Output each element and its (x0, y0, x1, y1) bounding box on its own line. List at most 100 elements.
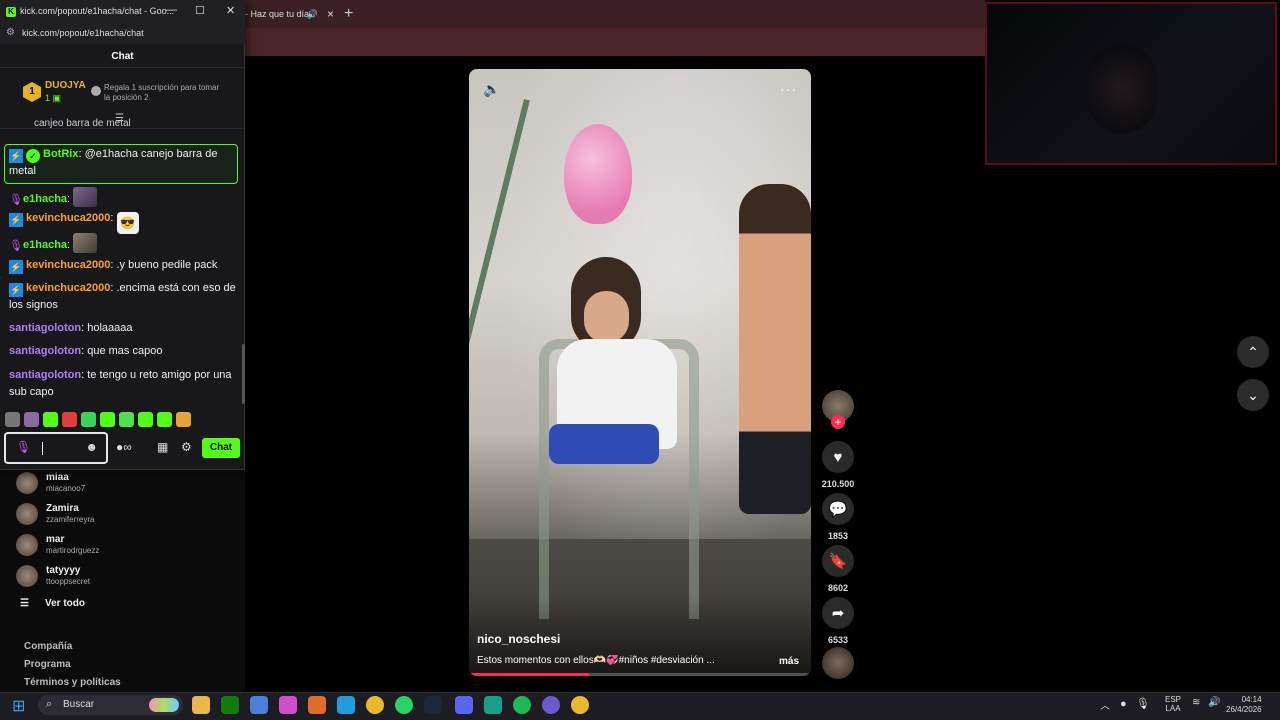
wifi-icon[interactable]: ≋ (1192, 697, 1200, 708)
chat-username[interactable]: kevinchuca2000 (26, 212, 110, 224)
store-icon[interactable]: ▦ (157, 440, 168, 454)
footer-link-program[interactable]: Programa (24, 659, 71, 670)
taskbar-clock[interactable]: 04:14 26/4/2026 (1226, 695, 1262, 715)
emote-icon[interactable] (100, 412, 115, 427)
emote-icon[interactable]: 😎 (116, 212, 139, 234)
microphone-icon[interactable]: 🎙 (1136, 698, 1150, 710)
emoji-picker-icon[interactable]: ☻ (85, 440, 98, 454)
chat-username[interactable]: e1hacha (23, 193, 67, 205)
steam-icon[interactable] (424, 696, 442, 714)
app-icon[interactable] (484, 696, 502, 714)
chat-username[interactable]: santiagoloton (9, 345, 81, 357)
microphone-icon[interactable]: 🎙 (16, 440, 31, 454)
store-app-icon[interactable] (250, 696, 268, 714)
chat-username[interactable]: e1hacha (23, 239, 67, 251)
video-author[interactable]: nico_noschesi (477, 632, 560, 646)
emote-icon[interactable] (73, 187, 98, 207)
emote-icon[interactable] (176, 412, 191, 427)
file-explorer-icon[interactable] (192, 696, 210, 714)
windows-start-icon[interactable]: ⊞ (12, 696, 25, 716)
keyboard-language[interactable]: ESP LAA (1165, 695, 1181, 713)
subscriber-badge-icon: ⚡ (9, 213, 23, 227)
share-action[interactable]: ➦ 6533 (821, 597, 855, 645)
chat-username[interactable]: kevinchuca2000 (26, 282, 110, 294)
speaker-icon[interactable]: 🔊 (307, 3, 318, 25)
xbox-icon[interactable] (221, 696, 239, 714)
close-icon[interactable]: ✕ (226, 4, 235, 17)
chevron-up-icon[interactable]: ⌃ (1237, 336, 1269, 368)
discord-icon[interactable] (455, 696, 473, 714)
following-item[interactable]: tatyyyy ttooppsecret (14, 565, 234, 593)
chevron-down-icon[interactable]: ⌄ (1237, 379, 1269, 411)
points-icon[interactable]: ●∞ (116, 440, 132, 454)
following-item[interactable]: mar martirodrguezz (14, 534, 234, 562)
edge-icon[interactable] (337, 696, 355, 714)
maximize-icon[interactable]: ☐ (195, 4, 205, 17)
blender-icon[interactable] (308, 696, 326, 714)
chevron-up-icon[interactable]: ︿ (1100, 697, 1110, 712)
emote-icon[interactable] (138, 412, 153, 427)
popup-title-text: kick.com/popout/e1hacha/chat - Goo... (20, 6, 175, 16)
save-action[interactable]: 🔖 8602 (821, 545, 855, 593)
chat-username[interactable]: santiagoloton (9, 322, 81, 334)
chat-username[interactable]: santiagoloton (9, 369, 81, 381)
gear-icon[interactable]: ⚙ (181, 440, 192, 454)
following-handle: ttooppsecret (46, 577, 91, 586)
spotify-tray-icon[interactable]: ● (1120, 698, 1127, 710)
background-address-bar[interactable] (245, 28, 985, 56)
chat-username[interactable]: BotRix (43, 148, 78, 160)
leaderboard-name[interactable]: DUOJYA (45, 80, 86, 91)
emote-icon[interactable] (62, 412, 77, 427)
leaderboard-gift-text: Regala 1 suscripción para tomar la posic… (104, 83, 220, 102)
close-icon[interactable]: × (327, 3, 334, 25)
bookmark-icon[interactable]: 🔖 (822, 545, 854, 577)
webcam-person (1087, 44, 1157, 134)
tray-icons[interactable]: ● 🎙 (1120, 697, 1150, 710)
taskbar-search[interactable]: ⌕ Buscar (38, 695, 183, 715)
comment-icon[interactable]: 💬 (822, 493, 854, 525)
chat-send-button[interactable]: Chat (202, 438, 240, 458)
emote-icon[interactable] (157, 412, 172, 427)
see-all-button[interactable]: ☰ Ver todo (20, 598, 85, 609)
caption-more-button[interactable]: más (779, 656, 799, 667)
chat-text: : (67, 193, 71, 205)
music-disc[interactable] (822, 647, 854, 679)
following-item[interactable]: miaa miacanoo7 (14, 472, 234, 500)
emote-icon[interactable] (119, 412, 134, 427)
like-action[interactable]: ♥ 210.500 (821, 441, 855, 489)
spotify-icon[interactable] (513, 696, 531, 714)
emote-icon[interactable] (5, 412, 20, 427)
app-icon[interactable] (279, 696, 297, 714)
volume-icon[interactable]: 🔊 (1208, 697, 1220, 708)
video-player[interactable]: 🔈 ··· nico_noschesi Estos momentos con e… (469, 69, 811, 676)
chrome-icon[interactable] (366, 696, 384, 714)
share-icon[interactable]: ➦ (822, 597, 854, 629)
following-name: miaa (46, 472, 69, 483)
footer-link-company[interactable]: Compañía (24, 641, 72, 652)
video-progress-bar[interactable] (469, 673, 811, 676)
heart-icon[interactable]: ♥ (822, 441, 854, 473)
chat-input-box[interactable]: 🎙 ☻ (4, 432, 108, 464)
emote-icon[interactable] (81, 412, 96, 427)
chrome-icon[interactable] (571, 696, 589, 714)
following-item[interactable]: Zamira zzamiferreyra (14, 503, 234, 531)
whatsapp-icon[interactable] (395, 696, 413, 714)
speaker-icon[interactable]: 🔈 (483, 81, 500, 98)
site-info-icon[interactable]: ⚙ (6, 27, 15, 38)
tab-title: - Haz que tu día (245, 9, 310, 19)
emote-icon[interactable] (73, 233, 98, 253)
new-tab-button[interactable]: + (344, 3, 353, 25)
popup-url-text: kick.com/popout/e1hacha/chat (22, 28, 144, 38)
ellipsis-icon[interactable]: ··· (780, 81, 797, 97)
emote-icon[interactable] (24, 412, 39, 427)
app-icon[interactable] (542, 696, 560, 714)
minimize-icon[interactable]: — (166, 4, 177, 16)
background-browser-tab[interactable]: - Haz que tu día 🔊 × (245, 3, 340, 25)
chat-scrollbar[interactable] (242, 344, 245, 404)
chat-username[interactable]: kevinchuca2000 (26, 259, 110, 271)
emote-icon[interactable] (43, 412, 58, 427)
follow-button[interactable]: + (831, 415, 845, 429)
comment-action[interactable]: 💬 1853 (821, 493, 855, 541)
avatar (16, 565, 38, 587)
footer-link-terms[interactable]: Términos y políticas (24, 677, 121, 688)
